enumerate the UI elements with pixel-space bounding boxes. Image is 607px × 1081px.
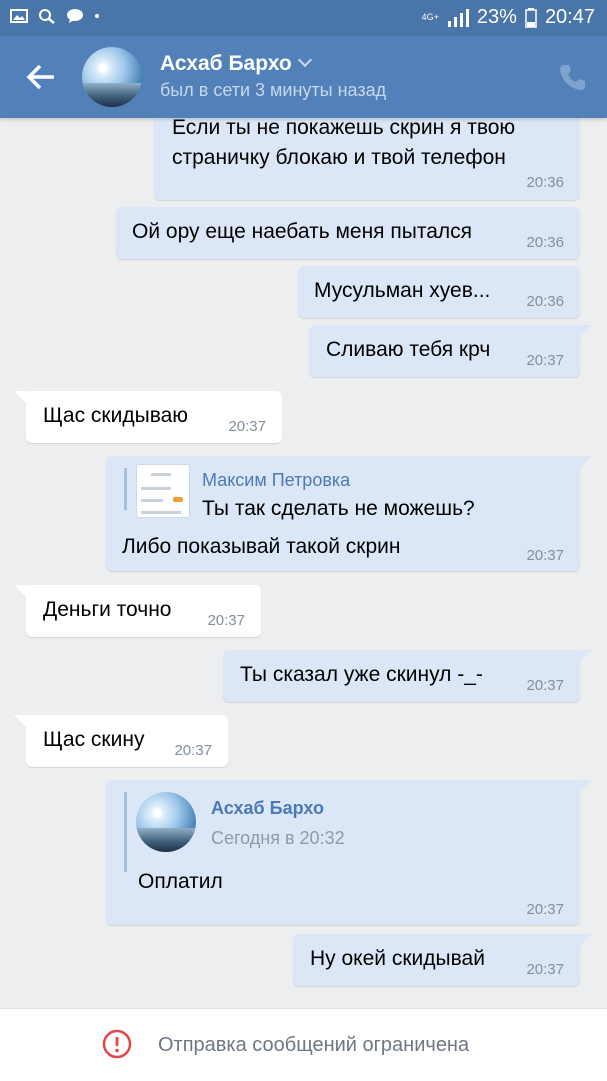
message-time: 20:37 [174, 742, 212, 759]
signal-icon [447, 8, 469, 27]
reply-bar [124, 468, 127, 510]
message-bubble[interactable]: Сливаю тебя крч 20:37 [309, 325, 592, 377]
message-text: Щас скидываю [43, 404, 189, 427]
message-text: Щас скину [43, 728, 145, 751]
gallery-icon [10, 9, 28, 23]
message-bubble[interactable]: Ну окей скидывай 20:37 [293, 934, 592, 986]
reply-thumbnail[interactable] [136, 464, 190, 518]
message-time: 20:37 [207, 612, 245, 629]
chat-header: Асхаб Бархо был в сети 3 минуты назад [0, 36, 607, 118]
message-text: Мусульман хуев... [314, 279, 491, 302]
contact-name[interactable]: Асхаб Бархо [160, 52, 312, 76]
message-time: 20:36 [526, 234, 564, 251]
message-bubble[interactable]: Максим Петровка Ты так сделать не можешь… [106, 456, 592, 571]
battery-percent: 23% [476, 6, 517, 28]
message-bubble[interactable]: Ты сказал уже скинул -_- 20:37 [223, 650, 592, 702]
message-bubble[interactable]: Щас скину 20:37 [14, 715, 228, 767]
restricted-label: Отправка сообщений ограничена [158, 1034, 470, 1056]
message-time: 20:37 [526, 547, 564, 564]
message-text: Ты сказал уже скинул -_- [240, 663, 483, 686]
search-icon [39, 9, 55, 24]
message-time: 20:36 [526, 293, 564, 310]
message-time: 20:37 [526, 901, 564, 918]
status-bar: 4G+ 23% 20:47 [0, 0, 607, 36]
message-text: Сливаю тебя крч [326, 338, 491, 361]
message-time: 20:36 [526, 174, 564, 191]
chevron-down-icon [297, 52, 312, 68]
message-text: Оплатил [138, 870, 223, 893]
message-text: Деньги точно [43, 598, 172, 621]
message-bubble[interactable]: Деньги точно 20:37 [14, 585, 261, 637]
dot-icon [95, 14, 99, 18]
message-bubble[interactable]: Если ты не покажешь скрин я твою странич… [154, 118, 580, 200]
phone-icon[interactable] [557, 62, 587, 92]
message-bubble[interactable]: Мусульман хуев... 20:36 [298, 266, 580, 318]
message-bubble[interactable]: Асхаб Бархо Сегодня в 20:32 Оплатил 20:3… [106, 780, 592, 925]
forward-avatar[interactable] [136, 792, 196, 852]
message-time: 20:37 [526, 352, 564, 369]
forward-bar [124, 792, 127, 872]
forward-date: Сегодня в 20:32 [211, 828, 345, 848]
reply-author[interactable]: Максим Петровка [202, 470, 350, 491]
reply-text: Ты так сделать не можешь? [202, 497, 475, 520]
message-text: Ой ору еще наебать меня пытался [132, 220, 473, 243]
composer-restricted: Отправка сообщений ограничена [0, 1008, 607, 1081]
clock: 20:47 [544, 6, 595, 28]
last-seen-status: был в сети 3 минуты назад [160, 80, 387, 100]
message-bubble[interactable]: Щас скидываю 20:37 [14, 391, 282, 443]
back-arrow-icon[interactable] [24, 60, 58, 94]
message-time: 20:37 [526, 677, 564, 694]
message-text: Ну окей скидывай [310, 947, 485, 970]
message-bubble[interactable]: Ой ору еще наебать меня пытался 20:36 [116, 207, 580, 259]
message-text: страничку блокаю и твой телефон [172, 146, 506, 169]
message-list: Если ты не покажешь скрин я твою странич… [0, 118, 607, 1008]
warning-icon [102, 1029, 132, 1059]
battery-icon [525, 7, 537, 28]
message-time: 20:37 [228, 418, 266, 435]
chat-icon [67, 9, 83, 23]
forward-author[interactable]: Асхаб Бархо [211, 798, 324, 819]
network-type: 4G+ [421, 12, 439, 22]
message-time: 20:37 [526, 961, 564, 978]
avatar[interactable] [82, 47, 142, 107]
message-text: Либо показывай такой скрин [122, 535, 401, 558]
message-text: Если ты не покажешь скрин я твою [172, 118, 516, 139]
